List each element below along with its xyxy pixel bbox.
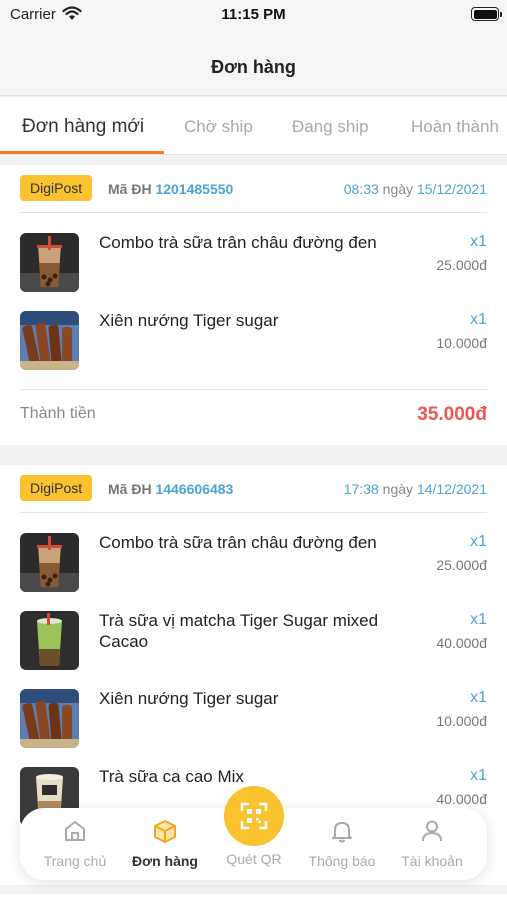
active-tab-indicator	[0, 151, 164, 154]
tab-account[interactable]: Tài khoản	[387, 818, 477, 869]
order-id: Mã ĐH 1201485550	[108, 181, 233, 197]
product-qty: x1	[470, 311, 487, 328]
product-name: Xiên nướng Tiger sugar	[99, 689, 279, 708]
order-status-tabs: Đơn hàng mới Chờ ship Đang ship Hoàn thà…	[0, 97, 507, 155]
bell-icon	[332, 822, 352, 843]
product-price: 25.000đ	[436, 557, 487, 573]
package-icon	[154, 820, 176, 843]
list-item[interactable]: Trà sữa vị matcha Tiger Sugar mixed Caca…	[20, 591, 487, 669]
product-name: Trà sữa ca cao Mix	[99, 767, 244, 786]
order-id-label: Mã ĐH	[108, 181, 152, 197]
shipping-provider-badge: DigiPost	[20, 475, 93, 501]
product-image	[20, 311, 79, 370]
qr-scan-button[interactable]	[224, 786, 284, 846]
order-id: Mã ĐH 1446606483	[108, 481, 233, 497]
tab-waiting-ship[interactable]: Chờ ship	[184, 117, 253, 137]
qr-scan-icon	[240, 802, 268, 830]
order-time: 08:33	[343, 181, 379, 197]
shipping-provider-badge: DigiPost	[20, 175, 93, 201]
order-total-row: Thành tiền 35.000đ	[20, 389, 487, 445]
battery-icon	[471, 7, 502, 21]
order-time: 17:38	[343, 481, 379, 497]
order-id-number: 1446606483	[155, 481, 234, 497]
tab-label: Tài khoản	[401, 853, 463, 869]
qr-scan-label: Quét QR	[226, 851, 282, 867]
product-qty: x1	[470, 611, 487, 628]
tab-orders[interactable]: Đơn hàng	[120, 818, 210, 869]
list-item[interactable]: Xiên nướng Tiger sugar x1 10.000đ	[20, 291, 487, 389]
product-image	[20, 689, 79, 748]
list-item[interactable]: Combo trà sữa trân châu đường đen x1 25.…	[20, 213, 487, 291]
total-label: Thành tiền	[20, 405, 96, 422]
order-datetime: 17:38 ngày 14/12/2021	[344, 481, 487, 497]
total-amount: 35.000đ	[417, 404, 487, 425]
product-price: 10.000đ	[436, 713, 487, 729]
order-header: DigiPost Mã ĐH 1201485550 08:33 ngày 15/…	[20, 165, 487, 213]
product-qty: x1	[470, 233, 487, 250]
tab-shipping[interactable]: Đang ship	[292, 117, 369, 137]
product-name: Xiên nướng Tiger sugar	[99, 311, 279, 330]
navigation-bar: Đơn hàng	[0, 30, 507, 96]
product-image	[20, 233, 79, 292]
order-date: 15/12/2021	[416, 181, 487, 197]
product-price: 40.000đ	[436, 791, 487, 807]
product-price: 10.000đ	[436, 335, 487, 351]
order-id-number: 1201485550	[155, 181, 234, 197]
order-date-label: ngày	[382, 181, 414, 197]
order-datetime: 08:33 ngày 15/12/2021	[344, 181, 487, 197]
tab-completed[interactable]: Hoàn thành	[411, 117, 499, 137]
user-icon	[422, 820, 442, 842]
product-image	[20, 611, 79, 670]
tab-label: Thông báo	[308, 853, 376, 869]
product-qty: x1	[470, 767, 487, 784]
tab-new-orders[interactable]: Đơn hàng mới	[22, 116, 144, 138]
product-qty: x1	[470, 689, 487, 706]
product-name: Combo trà sữa trân châu đường đen	[99, 233, 377, 252]
order-date: 14/12/2021	[416, 481, 487, 497]
product-price: 40.000đ	[436, 635, 487, 651]
list-item[interactable]: Xiên nướng Tiger sugar x1 10.000đ	[20, 669, 487, 747]
order-id-label: Mã ĐH	[108, 481, 152, 497]
order-header: DigiPost Mã ĐH 1446606483 17:38 ngày 14/…	[20, 465, 487, 513]
tab-label: Trang chủ	[43, 853, 107, 869]
status-bar: Carrier 11:15 PM	[0, 0, 507, 30]
product-name: Combo trà sữa trân châu đường đen	[99, 533, 377, 552]
tab-notifications[interactable]: Thông báo	[297, 818, 387, 869]
list-item[interactable]: Combo trà sữa trân châu đường đen x1 25.…	[20, 513, 487, 591]
clock: 11:15 PM	[221, 6, 286, 23]
bottom-safe-area	[0, 894, 507, 900]
tab-label: Đơn hàng	[132, 853, 198, 869]
tab-home[interactable]: Trang chủ	[30, 818, 120, 869]
product-price: 25.000đ	[436, 257, 487, 273]
order-date-label: ngày	[382, 481, 414, 497]
product-image	[20, 533, 79, 592]
page-title: Đơn hàng	[211, 57, 296, 77]
product-qty: x1	[470, 533, 487, 550]
home-icon	[65, 821, 85, 841]
product-name: Trà sữa vị matcha Tiger Sugar mixed Caca…	[99, 611, 379, 651]
order-card[interactable]: DigiPost Mã ĐH 1201485550 08:33 ngày 15/…	[0, 165, 507, 445]
